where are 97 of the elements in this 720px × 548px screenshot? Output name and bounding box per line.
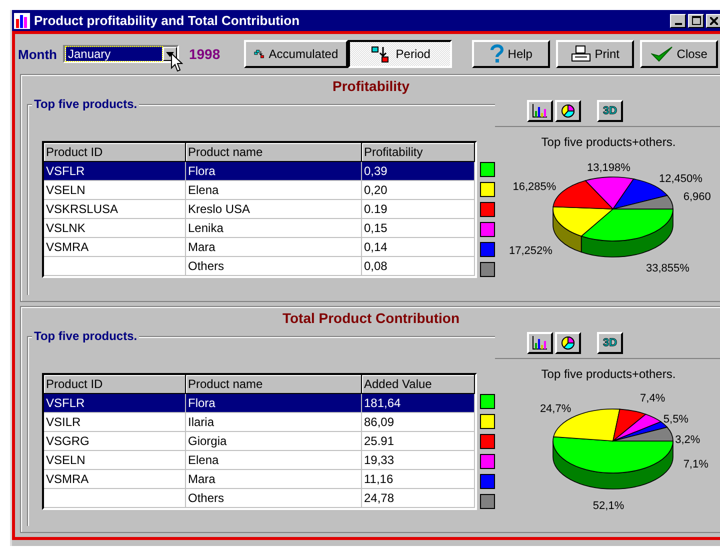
table-cell: Others <box>186 488 362 506</box>
column-header[interactable]: Product name <box>186 374 362 392</box>
table-cell: Mara <box>186 470 362 488</box>
slice-label: 16,285% <box>512 180 556 193</box>
table-cell: Flora <box>186 394 362 412</box>
window-title: Product profitability and Total Contribution <box>34 13 301 28</box>
table-cell: 0,15 <box>362 219 475 237</box>
table-row[interactable]: VSELN Elena 19,33 <box>44 450 475 470</box>
table-row[interactable]: VSFLR Flora 181,64 <box>44 394 475 412</box>
bar-chart-icon <box>532 336 548 350</box>
table-cell: VSILR <box>44 412 186 430</box>
month-label: Month <box>18 46 57 62</box>
toolbar-button[interactable]: Print <box>556 40 634 68</box>
table-cell: Flora <box>186 162 362 180</box>
slice-label: 6,960 <box>682 190 710 203</box>
table-cell: 181,64 <box>362 394 475 412</box>
table-cell: VSKRSLUSA <box>44 200 186 218</box>
printer-icon <box>570 45 591 63</box>
table-cell: 19,33 <box>362 450 475 468</box>
table-row[interactable]: VSGRG Giorgia 25.91 <box>44 432 475 450</box>
mode-button[interactable]: Accumulated <box>244 40 348 68</box>
column-header[interactable]: Added Value <box>362 374 475 392</box>
column-header[interactable]: Product name <box>186 143 362 161</box>
table-cell: Kreslo USA <box>186 200 362 218</box>
check-icon <box>650 45 673 63</box>
maximize-button[interactable] <box>688 14 704 28</box>
table-cell: Ilaria <box>186 412 362 430</box>
table-row[interactable]: VSFLR Flora 0,39 <box>44 162 475 181</box>
slice-label: 3,2% <box>674 434 700 446</box>
table-cell: VSMRA <box>44 238 186 256</box>
table-cell: Mara <box>186 238 362 256</box>
table-cell: VSFLR <box>44 394 186 412</box>
slice-label: 52,1% <box>592 499 624 512</box>
chart-title: Top five products+others. <box>541 134 676 149</box>
table-cell: 11,16 <box>362 470 475 488</box>
maximize-icon <box>692 16 700 25</box>
slice-label: 7,4% <box>640 392 665 404</box>
table-cell: VSELN <box>44 181 186 199</box>
minimize-icon <box>674 22 682 24</box>
table-row[interactable]: Others 0,08 <box>44 257 475 276</box>
table-cell: VSLNK <box>44 219 186 237</box>
table-cell: VSELN <box>44 450 186 468</box>
table-cell: 0,14 <box>362 238 475 256</box>
panel-title: Total Product Contribution <box>281 308 461 326</box>
table-row[interactable]: VSKRSLUSA Kreslo USA 0.19 <box>44 200 475 219</box>
table-cell: 0,20 <box>362 181 475 199</box>
bar-chart-button[interactable] <box>527 332 553 354</box>
table-cell: 25.91 <box>362 432 475 450</box>
column-header[interactable]: Profitability <box>362 143 475 161</box>
slice-label: 17,252% <box>508 245 552 258</box>
table-cell: 0,08 <box>362 257 475 275</box>
table-cell: Giorgia <box>186 432 362 450</box>
column-header[interactable]: Product ID <box>44 374 186 392</box>
minimize-button[interactable] <box>670 14 686 28</box>
table-cell: 86,09 <box>362 412 475 430</box>
table-row[interactable]: Others 24,78 <box>44 488 475 508</box>
table-cell: Elena <box>186 181 362 199</box>
table-row[interactable]: VSMRA Mara 0,14 <box>44 238 475 257</box>
table-cell: 24,78 <box>362 488 475 506</box>
table-row[interactable]: VSELN Elena 0,20 <box>44 181 475 200</box>
close-icon <box>710 16 718 24</box>
table-cell: Lenika <box>186 219 362 237</box>
bar-chart-icon <box>532 104 548 118</box>
slice-label: 7,1% <box>682 458 708 470</box>
table-cell: VSFLR <box>44 162 186 180</box>
table-row[interactable]: VSLNK Lenika 0,15 <box>44 219 475 238</box>
group-label: Top five products. <box>32 328 140 342</box>
table-row[interactable]: VSILR Ilaria 86,09 <box>44 412 475 432</box>
slice-label: 24,7% <box>539 402 571 414</box>
pie-chart-button[interactable] <box>555 332 581 354</box>
pie-chart-button[interactable] <box>555 100 581 122</box>
chart-title: Top five products+others. <box>541 366 676 380</box>
column-header[interactable]: Product ID <box>44 143 186 161</box>
table-cell: Others <box>186 257 362 275</box>
pointer-cursor-icon <box>170 53 183 72</box>
table-row[interactable]: VSMRA Mara 11,16 <box>44 470 475 488</box>
toolbar-button[interactable]: Help <box>472 40 550 68</box>
table-cell: VSMRA <box>44 470 186 488</box>
year-label: 1998 <box>188 46 220 62</box>
slice-label: 33,855% <box>646 262 689 275</box>
help-icon <box>490 44 504 64</box>
bar-chart-icon <box>14 12 30 28</box>
group-label: Top five products. <box>32 97 140 111</box>
table-cell: Elena <box>186 450 362 468</box>
mode-button[interactable]: Period <box>348 40 452 68</box>
table-cell: 0,39 <box>362 162 475 180</box>
table-cell: 0.19 <box>362 200 475 218</box>
slice-label: 5,5% <box>662 412 688 425</box>
table-cell: VSGRG <box>44 432 186 450</box>
panel-title: Profitability <box>331 77 410 94</box>
bar-chart-button[interactable] <box>527 100 553 122</box>
slice-label: 12,450% <box>658 173 702 186</box>
slice-label: 13,198% <box>586 162 630 174</box>
pie-chart-icon <box>561 336 575 350</box>
toolbar-button[interactable]: Close <box>640 40 718 68</box>
close-button[interactable] <box>706 14 720 28</box>
pie-chart-icon <box>561 104 575 118</box>
